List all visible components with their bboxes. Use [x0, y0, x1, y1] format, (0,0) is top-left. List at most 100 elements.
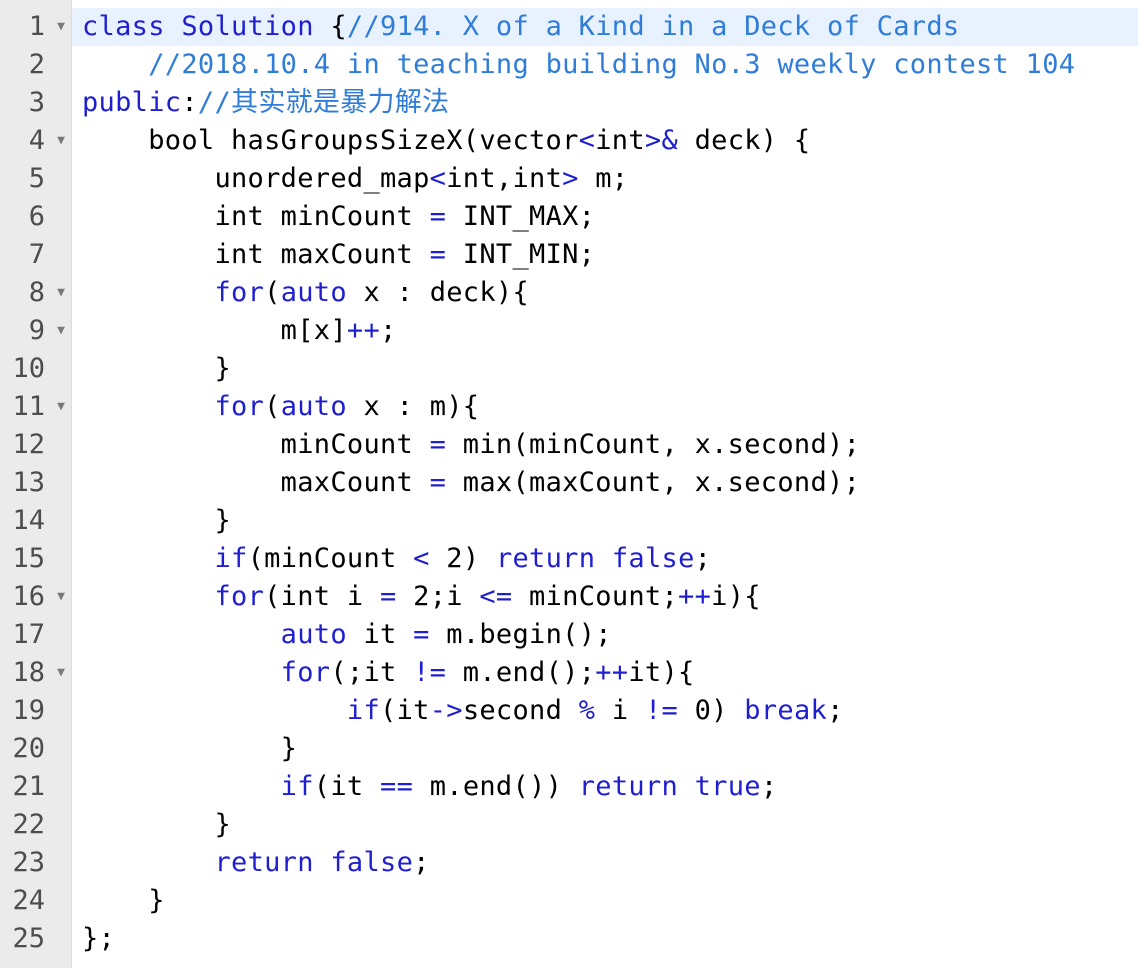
code-token: ; — [760, 771, 778, 802]
code-token: < — [578, 125, 596, 156]
code-token: ; — [694, 543, 712, 574]
code-line[interactable]: maxCount = max(maxCount, x.second); — [72, 464, 1138, 502]
code-line[interactable]: int maxCount = INT_MIN; — [72, 236, 1138, 274]
code-token: it — [346, 619, 414, 650]
code-token: == — [380, 771, 414, 802]
line-number: 2 — [28, 49, 45, 80]
code-line[interactable]: m[x]++; — [72, 312, 1138, 350]
chevron-down-icon[interactable]: ▼ — [57, 578, 65, 616]
code-token: int maxCount — [82, 239, 430, 270]
line-number: 8 — [28, 277, 45, 308]
line-number: 15 — [12, 543, 45, 574]
code-token: x : m){ — [346, 391, 480, 422]
code-line[interactable]: if(it->second % i != 0) break; — [72, 692, 1138, 730]
code-line[interactable]: } — [72, 882, 1138, 920]
code-line[interactable]: for(auto x : deck){ — [72, 274, 1138, 312]
code-token: int,int — [446, 163, 563, 194]
code-line[interactable]: } — [72, 730, 1138, 768]
line-number: 5 — [28, 163, 45, 194]
code-token: true — [694, 771, 761, 802]
code-token: % — [578, 695, 596, 726]
line-number: 21 — [12, 771, 45, 802]
code-line[interactable]: public://其实就是暴力解法 — [72, 84, 1138, 122]
code-token: ( — [264, 277, 281, 308]
code-token: bool hasGroupsSizeX(vector — [82, 125, 579, 156]
code-line[interactable]: if(it == m.end()) return true; — [72, 768, 1138, 806]
code-token: for — [214, 581, 265, 612]
code-token: m[x] — [82, 315, 347, 346]
gutter-cell: 22 — [0, 806, 71, 844]
code-token: { — [330, 11, 347, 42]
gutter-cell: 18 ▼ — [0, 654, 71, 692]
gutter-cell: 16 ▼ — [0, 578, 71, 616]
code-token: < — [413, 543, 430, 574]
code-editor[interactable]: 1 ▼ 2 3 4 ▼ 5 6 7 8 ▼ 9 ▼ 10 11 ▼ 12 13 14 15 16 ▼ 17 18 ▼ 19 20 21… — [0, 0, 1138, 968]
gutter-cell: 9 ▼ — [0, 312, 71, 350]
line-number: 9 — [28, 315, 45, 346]
code-token: (it — [313, 771, 381, 802]
code-line[interactable]: }; — [72, 920, 1138, 958]
code-line[interactable]: } — [72, 502, 1138, 540]
code-line[interactable]: class Solution {//914. X of a Kind in a … — [72, 8, 1138, 46]
line-number: 6 — [28, 201, 45, 232]
code-token: return — [495, 543, 596, 574]
code-line[interactable]: minCount = min(minCount, x.second); — [72, 426, 1138, 464]
chevron-down-icon[interactable]: ▼ — [57, 312, 65, 350]
chevron-down-icon[interactable]: ▼ — [57, 122, 65, 160]
code-token: false — [611, 543, 695, 574]
gutter-cell: 13 — [0, 464, 71, 502]
code-token: < — [429, 163, 447, 194]
code-token: -> — [429, 695, 463, 726]
code-line[interactable]: } — [72, 806, 1138, 844]
gutter-cell: 4 ▼ — [0, 122, 71, 160]
line-number: 18 — [12, 657, 45, 688]
code-line[interactable]: return false; — [72, 844, 1138, 882]
code-line[interactable]: if(minCount < 2) return false; — [72, 540, 1138, 578]
gutter-cell: 24 — [0, 882, 71, 920]
chevron-down-icon[interactable]: ▼ — [57, 388, 65, 426]
line-number: 3 — [28, 87, 45, 118]
code-line[interactable]: auto it = m.begin(); — [72, 616, 1138, 654]
code-line[interactable]: unordered_map<int,int> m; — [72, 160, 1138, 198]
code-line[interactable]: for(;it != m.end();++it){ — [72, 654, 1138, 692]
gutter-cell: 14 — [0, 502, 71, 540]
code-line[interactable]: //2018.10.4 in teaching building No.3 we… — [72, 46, 1138, 84]
code-line[interactable]: } — [72, 350, 1138, 388]
code-token: deck) { — [678, 125, 811, 156]
code-token: return — [214, 847, 314, 878]
chevron-down-icon[interactable]: ▼ — [57, 654, 65, 692]
code-token: maxCount — [82, 467, 430, 498]
line-number: 20 — [12, 733, 45, 764]
code-line[interactable]: for(int i = 2;i <= minCount;++i){ — [72, 578, 1138, 616]
code-token: //914. X of a Kind in a Deck of Cards — [346, 11, 960, 42]
code-token: >& — [644, 125, 679, 156]
chevron-down-icon[interactable]: ▼ — [57, 274, 65, 312]
code-token: INT_MIN; — [446, 239, 596, 270]
code-token: return — [578, 771, 679, 802]
gutter-cell: 3 — [0, 84, 71, 122]
code-line[interactable]: bool hasGroupsSizeX(vector<int>& deck) { — [72, 122, 1138, 160]
gutter-cell: 20 — [0, 730, 71, 768]
code-token: != — [413, 657, 447, 688]
code-token: m.end()) — [413, 771, 579, 802]
code-token: <= — [479, 581, 513, 612]
gutter-cell: 6 — [0, 198, 71, 236]
gutter-cell: 8 ▼ — [0, 274, 71, 312]
chevron-down-icon[interactable]: ▼ — [57, 8, 65, 46]
code-token: > — [562, 163, 579, 194]
code-token: }; — [82, 923, 116, 954]
code-token: minCount; — [512, 581, 679, 612]
code-token: int — [595, 125, 645, 156]
code-line[interactable]: int minCount = INT_MAX; — [72, 198, 1138, 236]
code-token: = — [413, 619, 430, 650]
gutter-cell: 5 — [0, 160, 71, 198]
code-token: 2) — [429, 543, 496, 574]
code-area[interactable]: class Solution {//914. X of a Kind in a … — [72, 0, 1138, 968]
code-line[interactable]: for(auto x : m){ — [72, 388, 1138, 426]
